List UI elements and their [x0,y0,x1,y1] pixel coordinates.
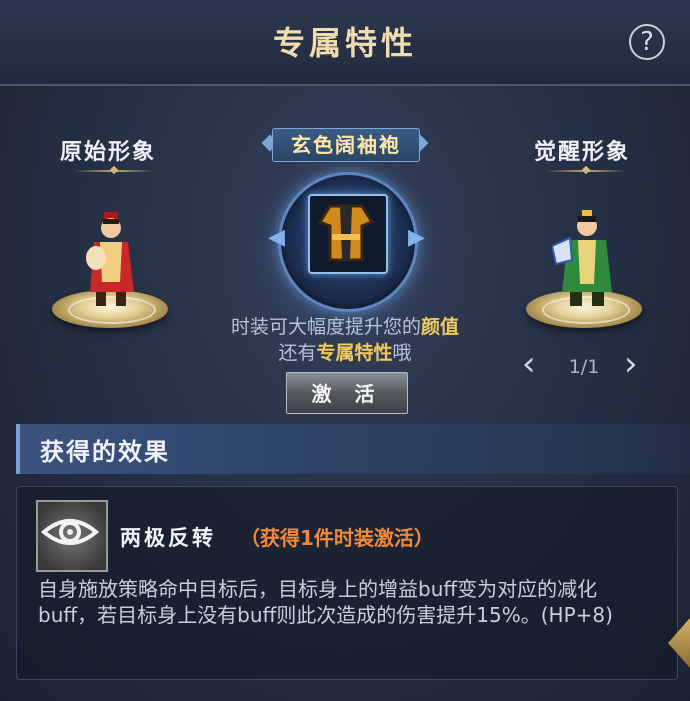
page-title: 专属特性 [272,24,417,62]
orb-left-arrow-icon: ◀ [268,225,285,250]
eye-swirl-icon [40,519,100,545]
right-label-diamond [581,165,591,175]
prev-page-icon[interactable]: ‹ [522,344,536,384]
skill-description: 自身施放策略命中目标后，目标身上的增益buff变为对应的减化buff，若目标身上… [38,577,613,627]
skill-name: 两极反转 [120,526,216,550]
original-character-sprite [86,212,134,306]
next-page-icon[interactable]: › [624,344,638,384]
awakened-appearance-label: 觉醒形象 [534,140,631,165]
activate-button[interactable]: 激 活 [286,372,408,414]
costume-description-line2: 还有专属特性哦 [278,342,412,364]
effects-section-title: 获得的效果 [40,438,170,466]
original-appearance-label: 原始形象 [60,140,157,165]
left-label-diamond [109,165,119,175]
costume-name-banner: 玄色阔袖袍 [272,128,420,162]
orb-right-arrow-icon: ▶ [408,225,425,250]
awakened-character-sprite [552,210,612,306]
page-indicator: 1/1 [568,356,600,378]
exclusive-feature-panel: 专属特性 ? 原始形象 觉醒形象 玄色阔袖袍 ◀ ▶ 时装可大幅度提升您的颜值 … [0,0,690,701]
robe-icon [317,204,375,262]
skill-condition: （获得1件时装激活） [240,526,434,550]
costume-item-slot[interactable] [308,194,388,274]
help-button[interactable]: ? [629,24,665,60]
costume-description-line1: 时装可大幅度提升您的颜值 [230,316,460,338]
effects-section-header: 获得的效果 [16,424,690,474]
header-bar: 专属特性 ? [0,0,690,86]
skill-icon [36,500,108,572]
